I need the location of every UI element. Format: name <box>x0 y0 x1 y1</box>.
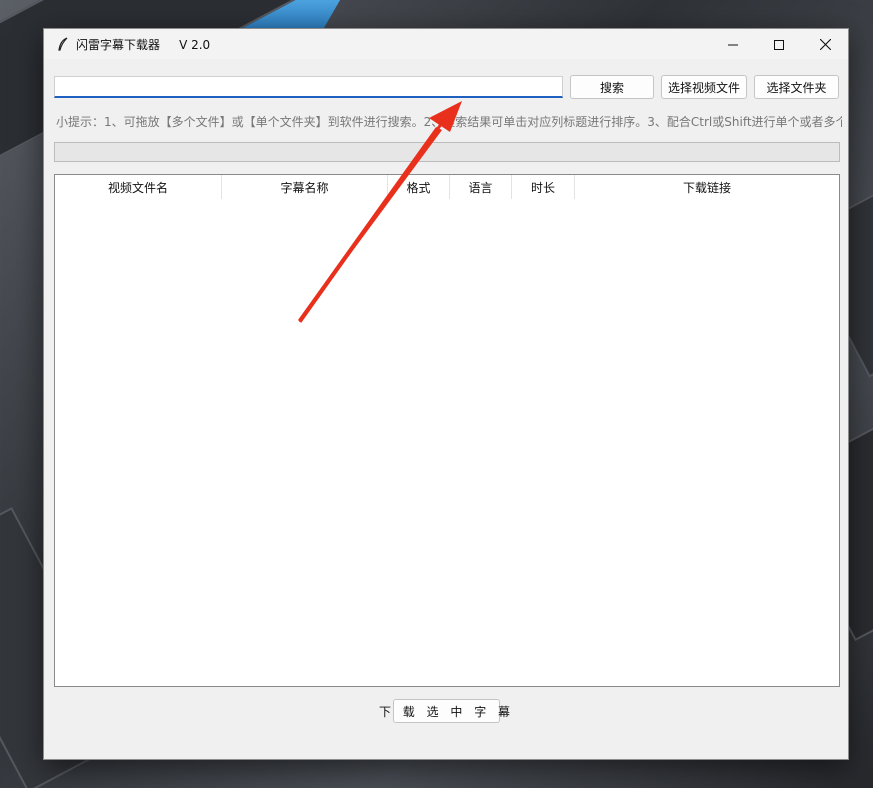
column-header-format[interactable]: 格式 <box>388 175 450 199</box>
download-selected-subtitles-button[interactable]: 下 载 选 中 字 幕 <box>379 699 510 723</box>
search-input[interactable] <box>54 76 563 98</box>
minimize-icon <box>728 35 738 54</box>
column-header-download-link[interactable]: 下载链接 <box>575 175 839 199</box>
table-header: 视频文件名 字幕名称 格式 语言 时长 下载链接 <box>55 175 839 199</box>
column-header-video-file[interactable]: 视频文件名 <box>55 175 222 199</box>
search-button[interactable]: 搜索 <box>570 75 654 99</box>
column-header-subtitle-name[interactable]: 字幕名称 <box>222 175 388 199</box>
maximize-button[interactable] <box>756 29 802 59</box>
maximize-icon <box>774 35 784 54</box>
window-title: 闪雷字幕下载器 V 2.0 <box>76 37 211 52</box>
feather-icon <box>56 37 70 51</box>
select-folder-button[interactable]: 选择文件夹 <box>754 75 839 99</box>
minimize-button[interactable] <box>710 29 756 59</box>
column-header-duration[interactable]: 时长 <box>512 175 575 199</box>
select-video-file-button[interactable]: 选择视频文件 <box>661 75 747 99</box>
progress-bar <box>54 142 840 162</box>
title-bar[interactable]: 闪雷字幕下载器 V 2.0 <box>44 29 848 59</box>
app-window: 闪雷字幕下载器 V 2.0 搜索 选择视频文件 选择文件夹 小提示：1、可拖放【… <box>43 28 849 760</box>
results-table[interactable]: 视频文件名 字幕名称 格式 语言 时长 下载链接 <box>54 174 840 687</box>
hint-text: 小提示：1、可拖放【多个文件】或【单个文件夹】到软件进行搜索。2、搜索结果可单击… <box>56 115 842 129</box>
column-header-language[interactable]: 语言 <box>450 175 512 199</box>
window-controls <box>710 29 848 59</box>
close-button[interactable] <box>802 29 848 59</box>
close-icon <box>819 35 831 54</box>
